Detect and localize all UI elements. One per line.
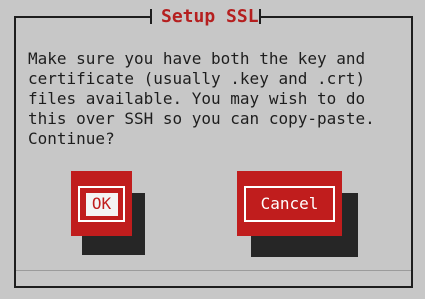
ok-button-border: OK [78, 186, 125, 222]
cancel-button-label: Cancel [260, 194, 319, 213]
ok-button-label: OK [91, 194, 112, 213]
dialog-title: Setup SSL [161, 6, 259, 27]
dialog-bottom-divider [16, 270, 411, 271]
cancel-button[interactable]: Cancel [237, 171, 342, 236]
setup-ssl-dialog: Setup SSL Make sure you have both the ke… [0, 0, 425, 299]
dialog-frame-bottom [14, 286, 413, 288]
ok-button[interactable]: OK [71, 171, 132, 236]
dialog-frame-left [14, 16, 16, 288]
cancel-button-border: Cancel [244, 186, 335, 222]
message-line-5: Continue? [28, 129, 115, 148]
dialog-frame-top-right [261, 16, 413, 18]
title-left-tee [150, 9, 152, 24]
dialog-frame-top-left [14, 16, 150, 18]
message-line-4: this over SSH so you can copy-paste. [28, 109, 375, 128]
dialog-message: Make sure you have both the key and cert… [28, 49, 408, 149]
title-right-tee [259, 9, 261, 24]
message-line-3: files available. You may wish to do [28, 89, 366, 108]
ok-button-focus-highlight: OK [85, 192, 118, 216]
message-line-1: Make sure you have both the key and [28, 49, 366, 68]
dialog-frame-right [411, 16, 413, 288]
message-line-2: certificate (usually .key and .crt) [28, 69, 366, 88]
